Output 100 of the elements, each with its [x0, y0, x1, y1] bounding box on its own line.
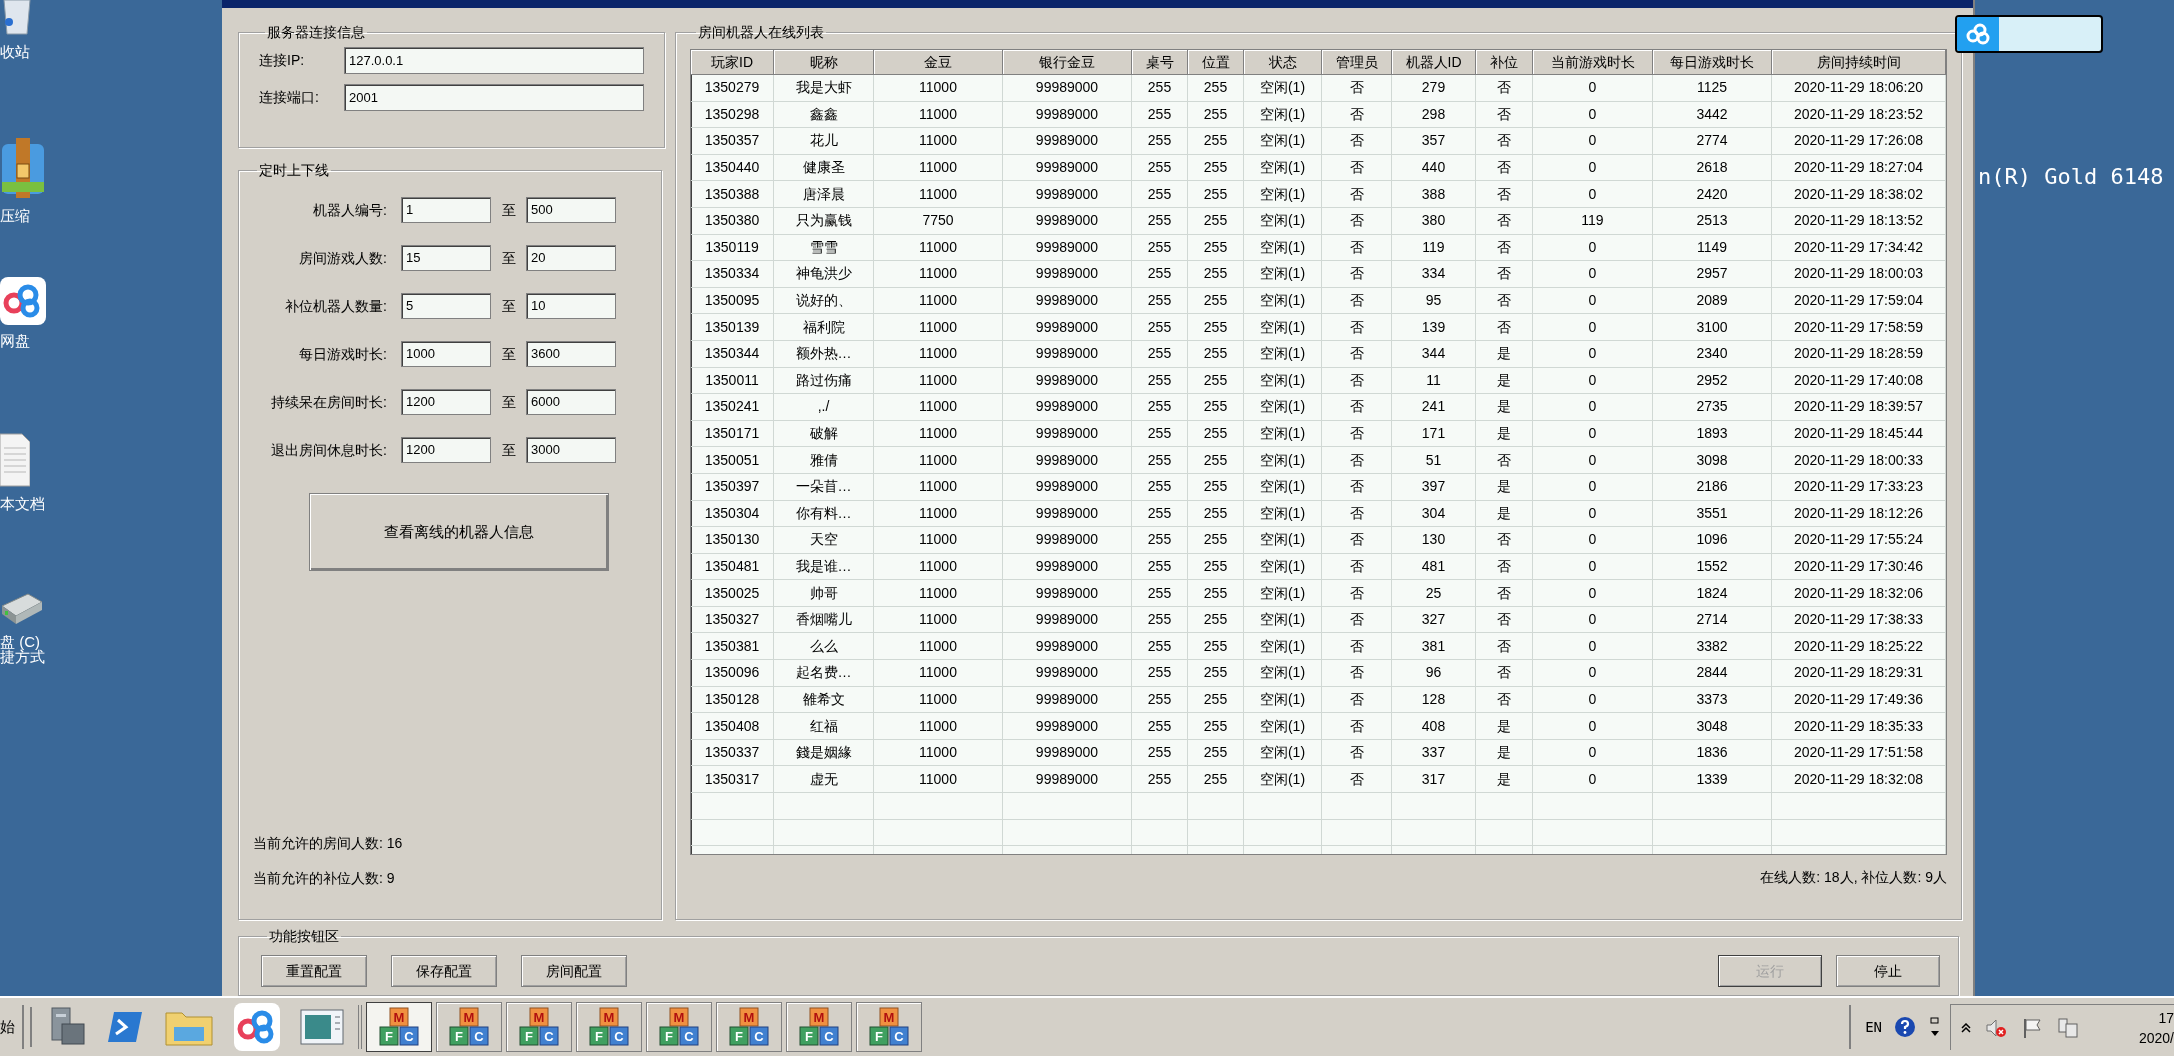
table-cell: 2020-11-29 17:38:33 [1772, 606, 1946, 634]
table-cell: 否 [1322, 101, 1392, 129]
desktop-icon-label[interactable]: 本文档 [0, 496, 45, 511]
drive-icon[interactable] [0, 592, 42, 626]
column-header[interactable]: 状态 [1244, 50, 1322, 75]
table-cell: 2020-11-29 17:26:08 [1772, 128, 1946, 155]
restore-icon[interactable] [1930, 1017, 1940, 1037]
table-cell: 空闲(1) [1244, 75, 1322, 102]
table-cell: 11000 [874, 606, 1003, 634]
table-cell: 否 [1322, 527, 1392, 554]
table-cell: 99989000 [1003, 101, 1132, 129]
table-cell: 3048 [1653, 713, 1772, 740]
clock-text[interactable]: 17 [2158, 1007, 2174, 1028]
input-field[interactable]: 6000 [526, 389, 616, 415]
desktop-icon-label[interactable]: 网盘 [0, 333, 30, 348]
window-icon[interactable] [300, 1009, 344, 1045]
table-cell: 99989000 [1003, 394, 1132, 421]
table-cell: 2952 [1653, 367, 1772, 395]
input-field[interactable]: 5 [401, 293, 491, 319]
recycle-bin-icon[interactable] [0, 0, 34, 36]
input-field[interactable]: 1 [401, 197, 491, 223]
table-cell: 255 [1188, 500, 1244, 528]
table-cell: 99989000 [1003, 527, 1132, 554]
network-icon[interactable] [2057, 1016, 2079, 1039]
column-header[interactable]: 当前游戏时长 [1533, 50, 1653, 75]
taskbar-app-button[interactable]: M F C [646, 1002, 712, 1052]
input-field[interactable]: 1200 [401, 389, 491, 415]
help-icon[interactable] [1894, 1016, 1916, 1038]
empty-table-cell [1132, 819, 1188, 847]
input-field[interactable]: 2001 [344, 84, 644, 111]
desktop-icon-label[interactable]: 压缩 [0, 208, 30, 223]
column-header[interactable]: 管理员 [1322, 50, 1392, 75]
table-cell: 11000 [874, 234, 1003, 262]
field-label: 每日游戏时长: [298, 344, 388, 364]
table-cell: 99989000 [1003, 473, 1132, 501]
column-header[interactable]: 玩家ID [691, 50, 774, 75]
clock-text[interactable]: 2020/ [2138, 1027, 2174, 1048]
input-field[interactable]: 10 [526, 293, 616, 319]
table-cell: 1350337 [691, 739, 774, 767]
table-cell: 否 [1322, 580, 1392, 607]
table-cell: 255 [1188, 340, 1244, 368]
taskbar-app-button[interactable]: M F C [786, 1002, 852, 1052]
table-cell: 1836 [1653, 739, 1772, 767]
input-field[interactable]: 3600 [526, 341, 616, 367]
table-cell: 11000 [874, 633, 1003, 661]
taskbar-app-button[interactable]: M F C [436, 1002, 502, 1052]
input-field[interactable]: 15 [401, 245, 491, 271]
taskbar-app-button[interactable]: M F C [856, 1002, 922, 1052]
input-field[interactable]: 500 [526, 197, 616, 223]
desktop-icon-label[interactable]: 捷方式 [0, 649, 45, 664]
document-icon[interactable] [0, 432, 30, 488]
field-label: 房间游戏人数: [298, 248, 388, 268]
push-button[interactable]: 房间配置 [521, 955, 627, 987]
table-cell: 255 [1132, 75, 1188, 102]
desktop-icon-label[interactable]: 盘 (C) [0, 634, 45, 649]
language-indicator[interactable]: EN [1865, 1016, 1882, 1038]
push-button[interactable]: 保存配置 [391, 955, 497, 987]
desktop-icon-label[interactable]: 收站 [0, 44, 30, 59]
table-cell: 2020-11-29 18:32:08 [1772, 766, 1946, 794]
flag-icon[interactable] [2021, 1016, 2043, 1039]
start-button[interactable]: 始 [0, 1005, 24, 1049]
cloud-app-icon[interactable] [0, 277, 46, 325]
input-field[interactable]: 3000 [526, 437, 616, 463]
table-cell: 139 [1392, 314, 1476, 341]
table-cell: 2020-11-29 17:55:24 [1772, 527, 1946, 554]
online-summary: 在线人数: 18人, 补位人数: 9人 [1760, 868, 1947, 887]
column-header[interactable]: 每日游戏时长 [1653, 50, 1772, 75]
input-field[interactable]: 1200 [401, 437, 491, 463]
input-field[interactable]: 127.0.0.1 [344, 47, 644, 74]
column-header[interactable]: 桌号 [1132, 50, 1188, 75]
taskbar-app-button[interactable]: M F C [716, 1002, 782, 1052]
column-header[interactable]: 补位 [1476, 50, 1533, 75]
column-header[interactable]: 金豆 [874, 50, 1003, 75]
offline-robots-button[interactable]: 查看离线的机器人信息 [309, 493, 609, 571]
taskbar-app-button[interactable]: M F C [576, 1002, 642, 1052]
column-header[interactable]: 位置 [1188, 50, 1244, 75]
table-cell: 255 [1188, 660, 1244, 687]
taskbar-app-button[interactable]: M F C [366, 1002, 432, 1052]
table-cell: 否 [1322, 261, 1392, 288]
column-header[interactable]: 银行金豆 [1003, 50, 1132, 75]
cloud-widget[interactable] [1955, 15, 2103, 53]
chevron-up-icon[interactable] [1961, 1022, 1971, 1033]
column-header[interactable]: 昵称 [774, 50, 874, 75]
terminal-icon[interactable] [106, 1010, 144, 1044]
table-cell: 是 [1476, 500, 1533, 528]
table-cell: 99989000 [1003, 553, 1132, 581]
input-field[interactable]: 1000 [401, 341, 491, 367]
table-cell: 481 [1392, 553, 1476, 581]
table-cell: 否 [1476, 660, 1533, 687]
column-header[interactable]: 机器人ID [1392, 50, 1476, 75]
table-cell: 空闲(1) [1244, 314, 1322, 341]
input-field[interactable]: 20 [526, 245, 616, 271]
column-header[interactable]: 房间持续时间 [1772, 50, 1946, 75]
push-button[interactable]: 停止 [1836, 955, 1940, 987]
archive-icon[interactable] [0, 138, 46, 200]
table-cell: 是 [1476, 340, 1533, 368]
cloud-app-icon[interactable] [234, 1003, 280, 1051]
taskbar-app-button[interactable]: M F C [506, 1002, 572, 1052]
push-button[interactable]: 重置配置 [261, 955, 367, 987]
table-cell: 255 [1188, 580, 1244, 607]
